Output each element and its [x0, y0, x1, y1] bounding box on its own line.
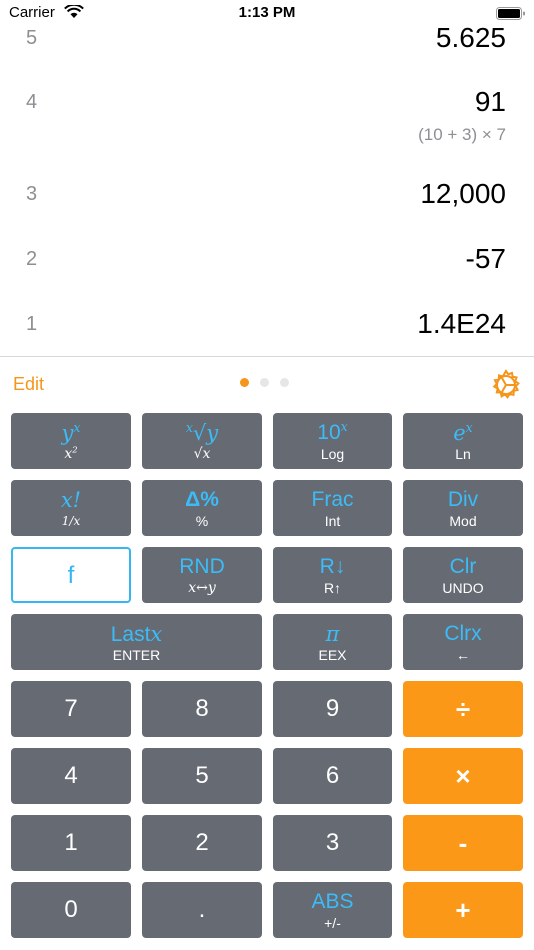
key-main-label: π	[325, 622, 340, 646]
stack-index: 5	[26, 27, 38, 49]
key-main-label: ABS	[311, 890, 354, 913]
power-key[interactable]: yx x2	[11, 413, 131, 469]
multiply-key[interactable]: ×	[403, 748, 523, 804]
key-main-label: 7	[64, 695, 78, 722]
page-dot-3[interactable]	[280, 378, 289, 387]
key-main-label: RND	[179, 555, 225, 578]
clear-key[interactable]: Clr UNDO	[403, 547, 523, 603]
page-indicator[interactable]	[240, 378, 289, 390]
key-sub-label: x↔y	[188, 580, 216, 596]
key-main-label: 10x	[317, 419, 348, 444]
stack-index: 2	[26, 248, 38, 270]
add-key[interactable]: +	[403, 882, 523, 938]
key-sub-label: 1/x	[61, 514, 81, 528]
key-sub-label: Log	[320, 446, 345, 462]
enter-key[interactable]: Lastx ENTER	[11, 614, 262, 670]
clock: 1:13 PM	[238, 4, 296, 21]
key-sub-label: Int	[324, 513, 341, 529]
stack-divider	[0, 356, 534, 357]
stack-index: 1	[26, 313, 38, 335]
key-main-label: 6	[325, 762, 340, 789]
key-main-label: 0	[64, 896, 78, 923]
frac-key[interactable]: Frac Int	[273, 480, 392, 536]
key-main-label: x!	[60, 488, 82, 512]
pi-key[interactable]: π EEX	[273, 614, 392, 670]
key-main-label: f	[67, 562, 75, 589]
key-main-label: -	[458, 828, 468, 858]
key-sub-label: %	[195, 513, 209, 529]
ten-power-key[interactable]: 10x Log	[273, 413, 392, 469]
key-main-label: ex	[453, 420, 473, 445]
rnd-key[interactable]: RND x↔y	[142, 547, 262, 603]
key-sub-label: UNDO	[442, 580, 484, 596]
stack-value: 1.4E24	[417, 308, 506, 339]
digit-7-key[interactable]: 7	[11, 681, 131, 737]
key-main-label: Div	[447, 488, 479, 511]
digit-3-key[interactable]: 3	[273, 815, 392, 871]
key-main-label: R↓	[319, 555, 346, 578]
gear-icon[interactable]	[489, 368, 523, 402]
clear-x-key[interactable]: Clrx ←	[403, 614, 523, 670]
digit-8-key[interactable]: 8	[142, 681, 262, 737]
key-sub-label: √x	[193, 446, 211, 462]
page-dot-1[interactable]	[240, 378, 249, 387]
digit-6-key[interactable]: 6	[273, 748, 392, 804]
stack-value: 12,000	[420, 178, 506, 209]
decimal-key[interactable]: .	[142, 882, 262, 938]
battery-icon	[496, 7, 525, 20]
key-main-label: 8	[195, 695, 209, 722]
abs-key[interactable]: ABS +/-	[273, 882, 392, 938]
key-main-label: Δ%	[185, 488, 219, 511]
key-main-label: Frac	[311, 488, 354, 511]
key-sub-label: Mod	[449, 513, 477, 529]
divide-key[interactable]: ÷	[403, 681, 523, 737]
digit-9-key[interactable]: 9	[273, 681, 392, 737]
stack-value: 91	[474, 86, 506, 117]
key-main-label: Lastx	[110, 622, 163, 646]
div-key[interactable]: Div Mod	[403, 480, 523, 536]
key-main-label: 5	[195, 762, 209, 789]
digit-2-key[interactable]: 2	[142, 815, 262, 871]
key-main-label: ÷	[455, 694, 471, 724]
stack-value: -57	[465, 243, 506, 274]
roll-down-key[interactable]: R↓ R↑	[273, 547, 392, 603]
digit-0-key[interactable]: 0	[11, 882, 131, 938]
subtract-key[interactable]: -	[403, 815, 523, 871]
key-main-label: Clrx	[444, 622, 482, 645]
key-main-label: 2	[195, 829, 209, 856]
factorial-key[interactable]: x! 1/x	[11, 480, 131, 536]
key-main-label: 9	[325, 695, 340, 722]
key-sub-label: R↑	[323, 580, 342, 596]
key-sub-label: ENTER	[112, 647, 161, 663]
digit-5-key[interactable]: 5	[142, 748, 262, 804]
stack-index: 4	[26, 91, 38, 113]
stack-expression: (10 + 3) × 7	[418, 125, 506, 144]
backspace-icon: ←	[456, 647, 470, 663]
key-sub-label: Ln	[455, 446, 471, 462]
key-main-label: .	[198, 896, 206, 923]
key-main-label: 1	[64, 829, 78, 856]
key-main-label: 3	[325, 829, 340, 856]
page-dot-2[interactable]	[260, 378, 269, 387]
key-main-label: +	[455, 895, 471, 925]
exp-key[interactable]: ex Ln	[403, 413, 523, 469]
rpn-stack[interactable]: 5 5.625 4 91 (10 + 3) × 7 3 12,000 2 -57…	[0, 22, 534, 356]
edit-button[interactable]: Edit	[13, 374, 44, 395]
key-main-label: yx	[61, 420, 81, 445]
f-shift-key[interactable]: f	[11, 547, 131, 603]
key-main-label: ×	[455, 761, 471, 791]
root-key[interactable]: x√y √x	[142, 413, 262, 469]
key-sub-label: EEX	[318, 647, 347, 663]
delta-percent-key[interactable]: Δ% %	[142, 480, 262, 536]
key-main-label: 4	[64, 762, 78, 789]
digit-4-key[interactable]: 4	[11, 748, 131, 804]
stack-index: 3	[26, 183, 38, 205]
key-sub-label: +/-	[324, 915, 341, 931]
digit-1-key[interactable]: 1	[11, 815, 131, 871]
stack-value: 5.625	[435, 22, 506, 53]
key-sub-label: x2	[64, 444, 78, 462]
key-main-label: x√y	[185, 420, 219, 445]
key-main-label: Clr	[449, 555, 477, 578]
